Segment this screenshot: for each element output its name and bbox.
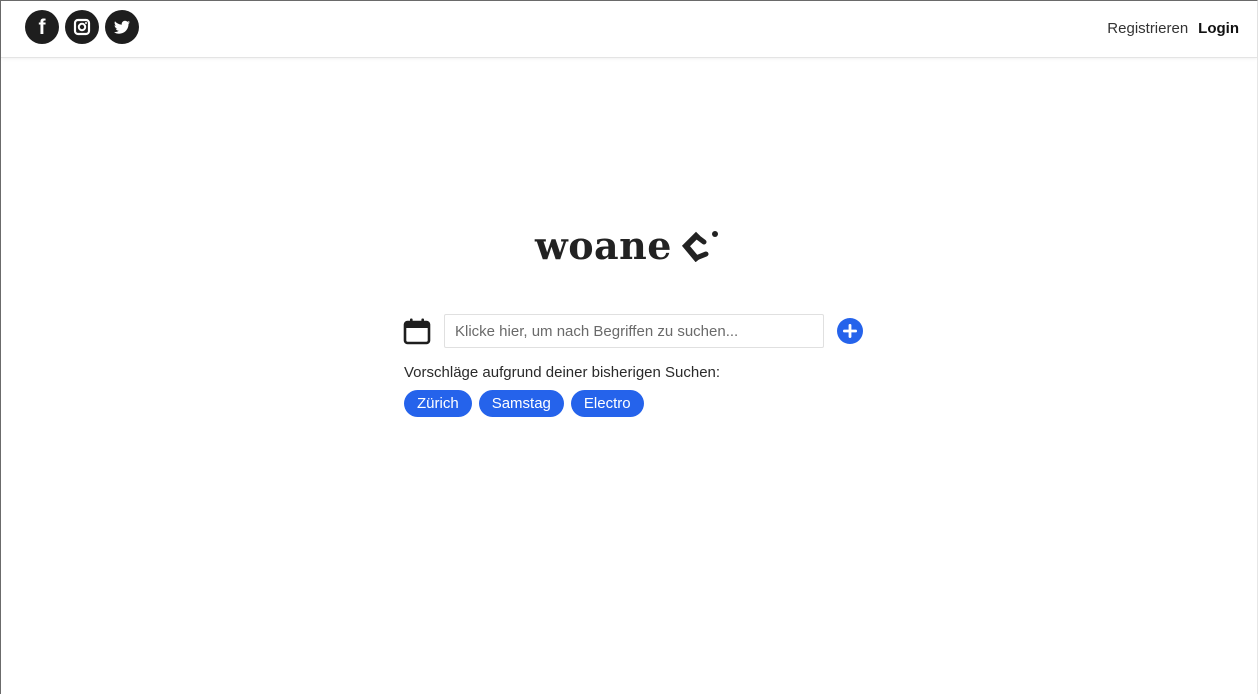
add-search-term-button[interactable] xyxy=(837,318,863,344)
suggestion-chip-zurich[interactable]: Zürich xyxy=(404,390,472,417)
login-link[interactable]: Login xyxy=(1198,20,1239,37)
search-input[interactable] xyxy=(444,314,824,348)
plus-icon xyxy=(843,324,857,338)
brand-logo: woane xyxy=(535,227,722,265)
twitter-icon xyxy=(114,20,130,34)
browser-viewport: f Registrieren Login woane Klicke hier, … xyxy=(0,0,1258,694)
calendar-icon xyxy=(403,318,431,345)
facebook-glyph: f xyxy=(39,16,47,39)
instagram-icon xyxy=(73,18,91,36)
suggestion-chip-samstag[interactable]: Samstag xyxy=(478,390,564,417)
auth-links: Registrieren Login xyxy=(1107,20,1239,37)
search-row xyxy=(403,314,863,348)
social-links: f xyxy=(25,10,139,44)
suggestion-chips: Zürich Samstag Electro xyxy=(404,390,644,417)
facebook-icon: f xyxy=(39,16,47,39)
suggestions-label: Vorschläge aufgrund deiner bisherigen Su… xyxy=(404,364,721,381)
suggestion-chip-electro[interactable]: Electro xyxy=(570,390,644,417)
top-navigation-bar: f Registrieren Login xyxy=(1,1,1257,58)
logo-text: woane xyxy=(535,223,672,268)
instagram-button[interactable] xyxy=(65,10,99,44)
facebook-button[interactable]: f xyxy=(25,10,59,44)
logo-mark-icon xyxy=(681,231,718,262)
register-link[interactable]: Registrieren xyxy=(1107,20,1188,37)
twitter-button[interactable] xyxy=(105,10,139,44)
date-picker-button[interactable] xyxy=(403,317,431,345)
